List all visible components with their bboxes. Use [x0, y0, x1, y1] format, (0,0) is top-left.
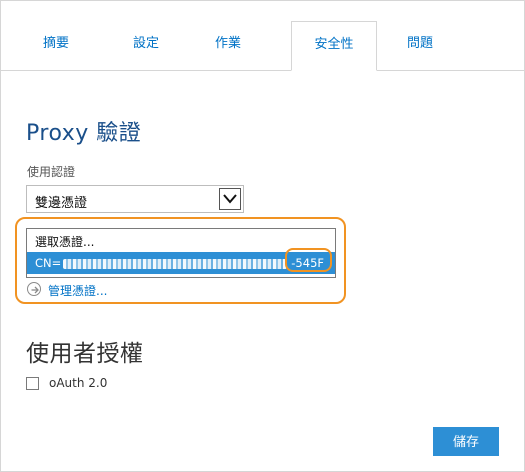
save-button[interactable]: 儲存 — [433, 427, 499, 456]
user-authorization-heading: 使用者授權 — [26, 341, 144, 367]
proxy-auth-heading: Proxy 驗證 — [26, 121, 142, 146]
tab-issues[interactable]: 問題 — [385, 21, 455, 71]
arrow-right-circle-icon — [27, 282, 41, 296]
manage-certificates-label: 管理憑證... — [48, 284, 108, 298]
oauth-option[interactable]: oAuth 2.0 — [26, 376, 146, 392]
tab-settings[interactable]: 設定 — [111, 21, 181, 71]
auth-field-label: 使用認證 — [27, 165, 76, 179]
certificate-cn-prefix: CN= — [35, 256, 62, 270]
dropdown-button[interactable] — [219, 188, 241, 210]
chevron-down-icon — [223, 194, 237, 204]
settings-panel: 摘要 設定 作業 安全性 問題 Proxy 驗證 使用認證 雙邊憑證 選取憑證.… — [0, 0, 525, 472]
redacted-certificate-name — [63, 258, 288, 269]
oauth-checkbox[interactable] — [26, 377, 39, 390]
tab-bar: 摘要 設定 作業 安全性 問題 — [1, 1, 524, 71]
tab-security[interactable]: 安全性 — [291, 21, 377, 71]
auth-type-value: 雙邊憑證 — [35, 196, 88, 211]
tab-jobs[interactable]: 作業 — [193, 21, 263, 71]
oauth-checkbox-label: oAuth 2.0 — [49, 376, 108, 390]
tab-summary[interactable]: 摘要 — [21, 21, 91, 71]
auth-type-select[interactable]: 雙邊憑證 — [26, 185, 244, 213]
thumbprint-highlight — [285, 248, 332, 272]
